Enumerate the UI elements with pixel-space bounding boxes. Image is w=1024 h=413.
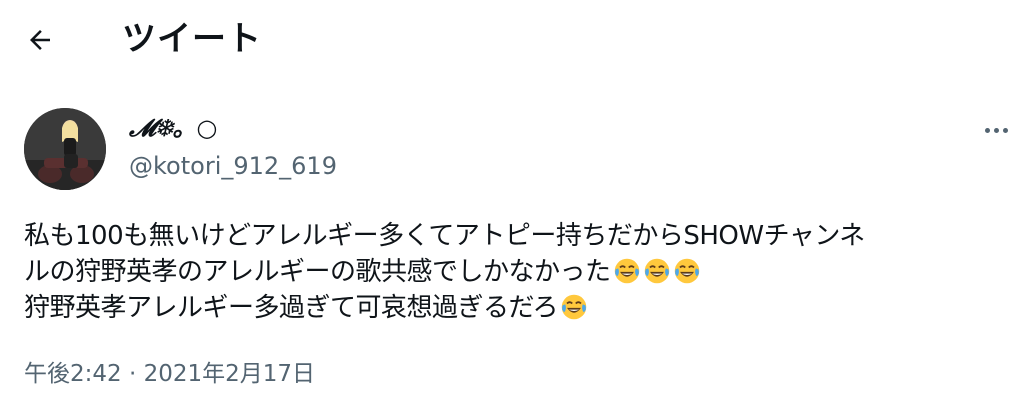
back-button[interactable]: [22, 22, 58, 58]
face-with-tears-of-joy-icon: [674, 258, 699, 284]
more-options-button[interactable]: [976, 116, 1016, 144]
author-handle[interactable]: @kotori_912_619: [129, 150, 337, 182]
more-dot-icon: [1002, 127, 1008, 133]
author-display-name[interactable]: 𝓜❄。○: [129, 112, 217, 144]
more-dot-icon: [993, 127, 999, 133]
tweet-line: ルの狩野英孝のアレルギーの歌共感でしかなかった: [24, 254, 1004, 290]
tweet-timestamp[interactable]: 午後2:42 · 2021年2月17日: [24, 358, 315, 390]
tweet-text-line-3: 狩野英孝アレルギー多過ぎて可哀想過ぎるだろ: [24, 293, 558, 323]
tweet-line: 私も100も無いけどアレルギー多くてアトピー持ちだからSHOWチャンネ: [24, 218, 1004, 254]
tweet-date: 2021年2月17日: [143, 361, 316, 387]
avatar-image: [24, 108, 106, 190]
arrow-left-icon: [30, 30, 50, 50]
header: ツイート: [0, 0, 1024, 80]
timestamp-separator: ·: [128, 361, 137, 387]
tweet-text: 私も100も無いけどアレルギー多くてアトピー持ちだからSHOWチャンネ ルの狩野…: [24, 218, 1004, 326]
more-dot-icon: [984, 127, 990, 133]
tweet-text-line-2: ルの狩野英孝のアレルギーの歌共感でしかなかった: [24, 257, 611, 287]
face-with-tears-of-joy-icon: [644, 258, 669, 284]
avatar[interactable]: [24, 108, 106, 190]
page-title: ツイート: [122, 19, 262, 59]
tweet-detail-page: ツイート 𝓜❄。○ @kotori_912_619 私も100も無いけどアレルギ…: [0, 0, 1024, 413]
tweet-text-line-1: 私も100も無いけどアレルギー多くてアトピー持ちだからSHOWチャンネ: [24, 221, 865, 251]
tweet-line: 狩野英孝アレルギー多過ぎて可哀想過ぎるだろ: [24, 290, 1004, 326]
tweet-time: 午後2:42: [24, 361, 122, 387]
face-with-tears-of-joy-icon: [561, 294, 587, 320]
face-with-tears-of-joy-icon: [614, 258, 639, 284]
